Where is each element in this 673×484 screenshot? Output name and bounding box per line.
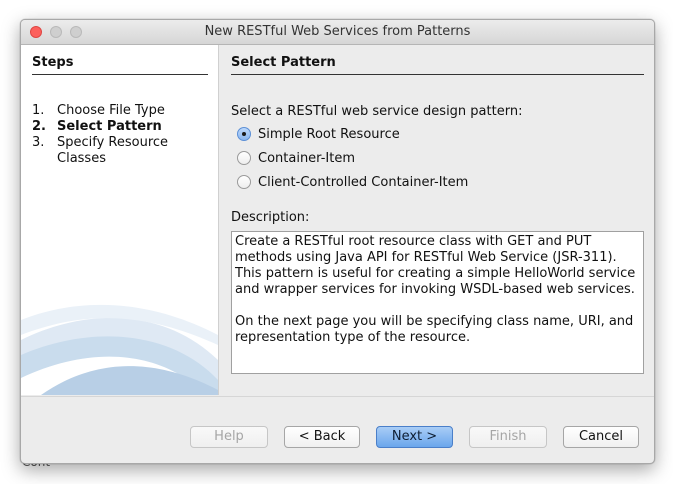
decorative-swoosh-graphic: [21, 304, 218, 395]
step-label: Specify Resource: [57, 135, 169, 150]
window-title: New RESTful Web Services from Patterns: [204, 24, 471, 39]
radio-button[interactable]: [237, 175, 251, 189]
main-panel: Select Pattern Select a RESTful web serv…: [231, 45, 644, 395]
cancel-button[interactable]: Cancel: [563, 426, 639, 448]
step-number: 3.: [32, 135, 45, 150]
description-label: Description:: [231, 210, 310, 225]
step-number: 1.: [32, 103, 45, 118]
steps-divider: [32, 74, 208, 75]
finish-button[interactable]: Finish: [469, 426, 547, 448]
step-label: Select Pattern: [57, 119, 162, 134]
description-paragraph: Create a RESTful root resource class wit…: [235, 234, 636, 297]
option-container-item[interactable]: Container-Item: [237, 149, 355, 167]
option-client-controlled-container-item[interactable]: Client-Controlled Container-Item: [237, 173, 468, 191]
step-select-pattern: 2. Select Pattern: [32, 119, 162, 135]
option-label[interactable]: Client-Controlled Container-Item: [258, 175, 468, 190]
radio-button[interactable]: [237, 151, 251, 165]
pattern-prompt: Select a RESTful web service design patt…: [231, 104, 523, 119]
wizard-dialog: New RESTful Web Services from Patterns S…: [20, 19, 655, 464]
next-button[interactable]: Next >: [376, 426, 453, 448]
step-specify-resource-classes: 3. Specify Resource: [32, 135, 168, 151]
footer-divider: [21, 396, 654, 397]
steps-heading: Steps: [32, 55, 74, 70]
option-simple-root-resource[interactable]: Simple Root Resource: [237, 125, 400, 143]
step-label: Choose File Type: [57, 103, 165, 118]
title-bar[interactable]: New RESTful Web Services from Patterns: [21, 20, 654, 45]
back-button[interactable]: < Back: [284, 426, 360, 448]
step-label-continued: Classes: [57, 151, 106, 166]
page-title: Select Pattern: [231, 55, 336, 70]
help-button[interactable]: Help: [190, 426, 268, 448]
step-number: 2.: [32, 119, 46, 134]
option-label[interactable]: Container-Item: [258, 151, 355, 166]
page-title-divider: [231, 74, 644, 75]
step-choose-file-type: 1. Choose File Type: [32, 103, 165, 119]
description-text-area[interactable]: Create a RESTful root resource class wit…: [231, 231, 644, 374]
description-paragraph: On the next page you will be specifying …: [235, 314, 634, 345]
option-label[interactable]: Simple Root Resource: [258, 127, 400, 142]
radio-button-selected[interactable]: [237, 127, 251, 141]
steps-panel: Steps 1. Choose File Type 2. Select Patter…: [21, 45, 219, 395]
